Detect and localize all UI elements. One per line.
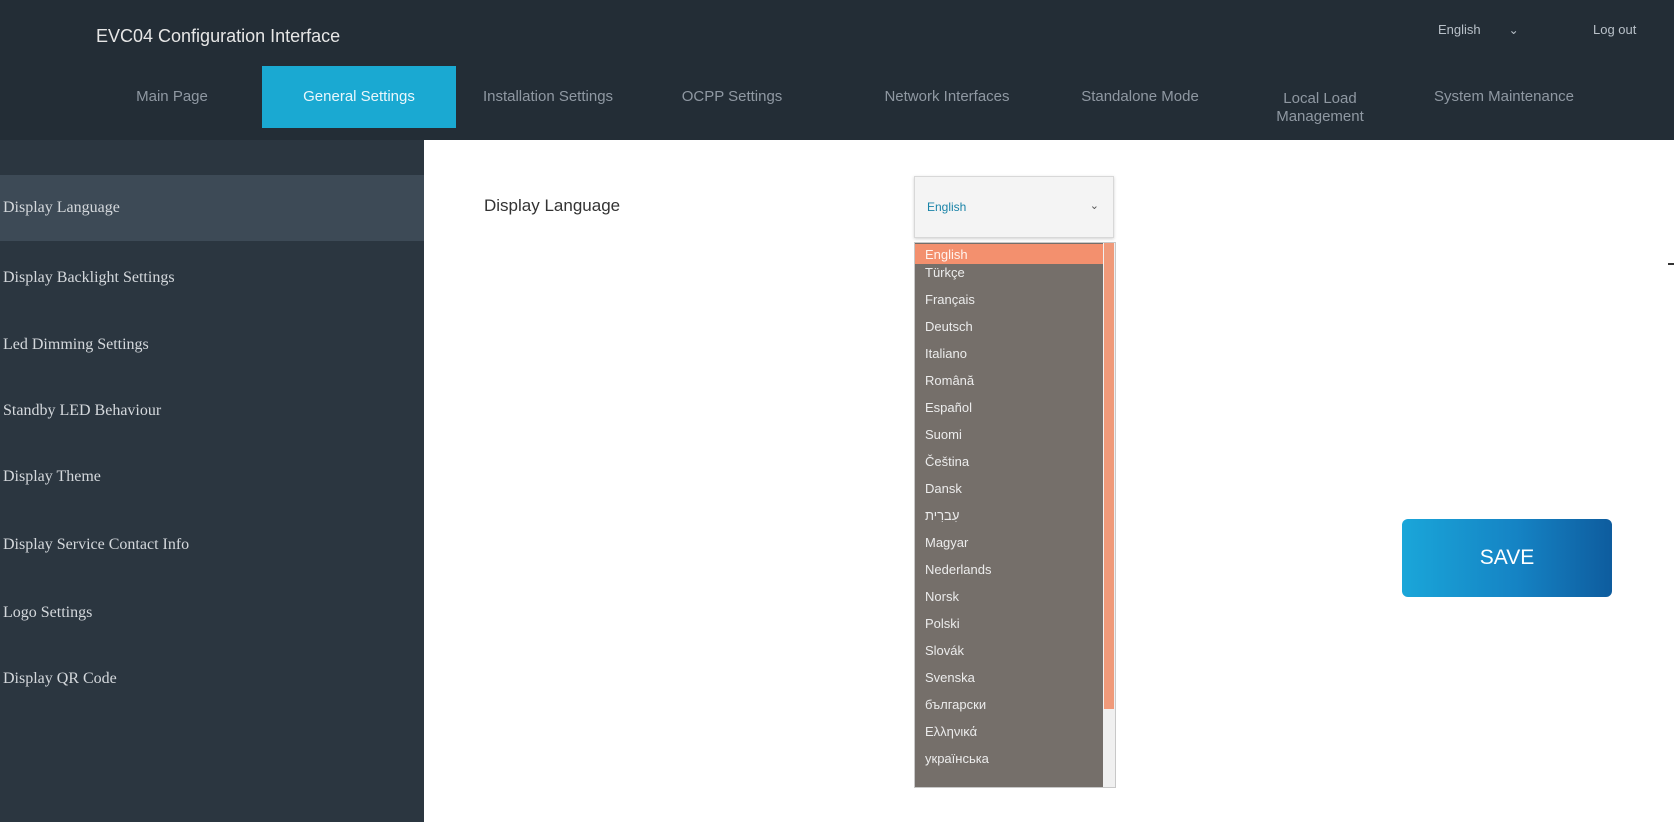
chevron-down-icon: ⌄ xyxy=(1508,22,1519,37)
language-option[interactable]: Türkçe xyxy=(915,259,1103,286)
save-button[interactable]: SAVE xyxy=(1402,519,1612,597)
sidebar-item-logo-settings[interactable]: Logo Settings xyxy=(0,580,424,646)
language-option[interactable]: Svenska xyxy=(915,664,1103,691)
language-option[interactable]: Română xyxy=(915,367,1103,394)
language-option[interactable]: Suomi xyxy=(915,421,1103,448)
language-option[interactable]: Dansk xyxy=(915,475,1103,502)
language-option[interactable]: Italiano xyxy=(915,340,1103,367)
language-options-list[interactable]: English Türkçe Français Deutsch Italiano… xyxy=(914,242,1116,788)
tab-system-maintenance[interactable]: System Maintenance xyxy=(1404,66,1604,128)
language-option[interactable]: Polski xyxy=(915,610,1103,637)
display-language-label: Display Language xyxy=(484,196,621,215)
tab-network-interfaces[interactable]: Network Interfaces xyxy=(860,66,1034,128)
language-option[interactable]: українська xyxy=(915,745,1103,772)
language-option[interactable]: Čeština xyxy=(915,448,1103,475)
tab-ocpp-settings[interactable]: OCPP Settings xyxy=(664,66,800,128)
top-header: EVC04 Configuration Interface English ⌄ … xyxy=(0,0,1674,140)
language-option[interactable]: български xyxy=(915,691,1103,718)
language-option[interactable]: Slovák xyxy=(915,637,1103,664)
language-option[interactable]: Español xyxy=(915,394,1103,421)
tab-local-load-management[interactable]: Local Load Management xyxy=(1260,66,1380,128)
sidebar-item-display-language[interactable]: Display Language xyxy=(0,175,424,241)
language-option[interactable]: Nederlands xyxy=(915,556,1103,583)
display-language-select[interactable]: English ⌄ xyxy=(914,176,1114,238)
logout-link[interactable]: Log out xyxy=(1593,22,1636,37)
language-option[interactable]: Ελληνικά xyxy=(915,718,1103,745)
sidebar: Display Language Display Backlight Setti… xyxy=(0,140,424,822)
tab-installation-settings[interactable]: Installation Settings xyxy=(456,66,640,128)
sidebar-item-display-service-contact-info[interactable]: Display Service Contact Info xyxy=(0,512,424,578)
tab-standalone-mode[interactable]: Standalone Mode xyxy=(1060,66,1220,128)
sidebar-item-display-theme[interactable]: Display Theme xyxy=(0,444,424,510)
language-option[interactable]: Français xyxy=(915,286,1103,313)
display-language-value: English xyxy=(927,200,967,214)
edge-divider xyxy=(1668,263,1674,265)
sidebar-item-display-backlight-settings[interactable]: Display Backlight Settings xyxy=(0,245,424,311)
main-nav: Main Page General Settings Installation … xyxy=(0,66,1674,128)
dropdown-scrollbar-thumb[interactable] xyxy=(1104,243,1114,709)
header-language-value: English xyxy=(1438,22,1481,37)
app-title: EVC04 Configuration Interface xyxy=(96,26,341,46)
language-option[interactable]: Magyar xyxy=(915,529,1103,556)
header-language-select[interactable]: English ⌄ xyxy=(1438,22,1519,37)
sidebar-item-led-dimming-settings[interactable]: Led Dimming Settings xyxy=(0,312,424,378)
language-option[interactable]: Norsk xyxy=(915,583,1103,610)
tab-main-page[interactable]: Main Page xyxy=(92,66,252,128)
chevron-down-icon: ⌄ xyxy=(1089,200,1099,212)
language-option[interactable]: Deutsch xyxy=(915,313,1103,340)
language-option[interactable]: עִברִית xyxy=(915,502,1103,529)
tab-general-settings[interactable]: General Settings xyxy=(262,66,456,128)
sidebar-item-display-qr-code[interactable]: Display QR Code xyxy=(0,646,424,712)
sidebar-item-standby-led-behaviour[interactable]: Standby LED Behaviour xyxy=(0,378,424,444)
